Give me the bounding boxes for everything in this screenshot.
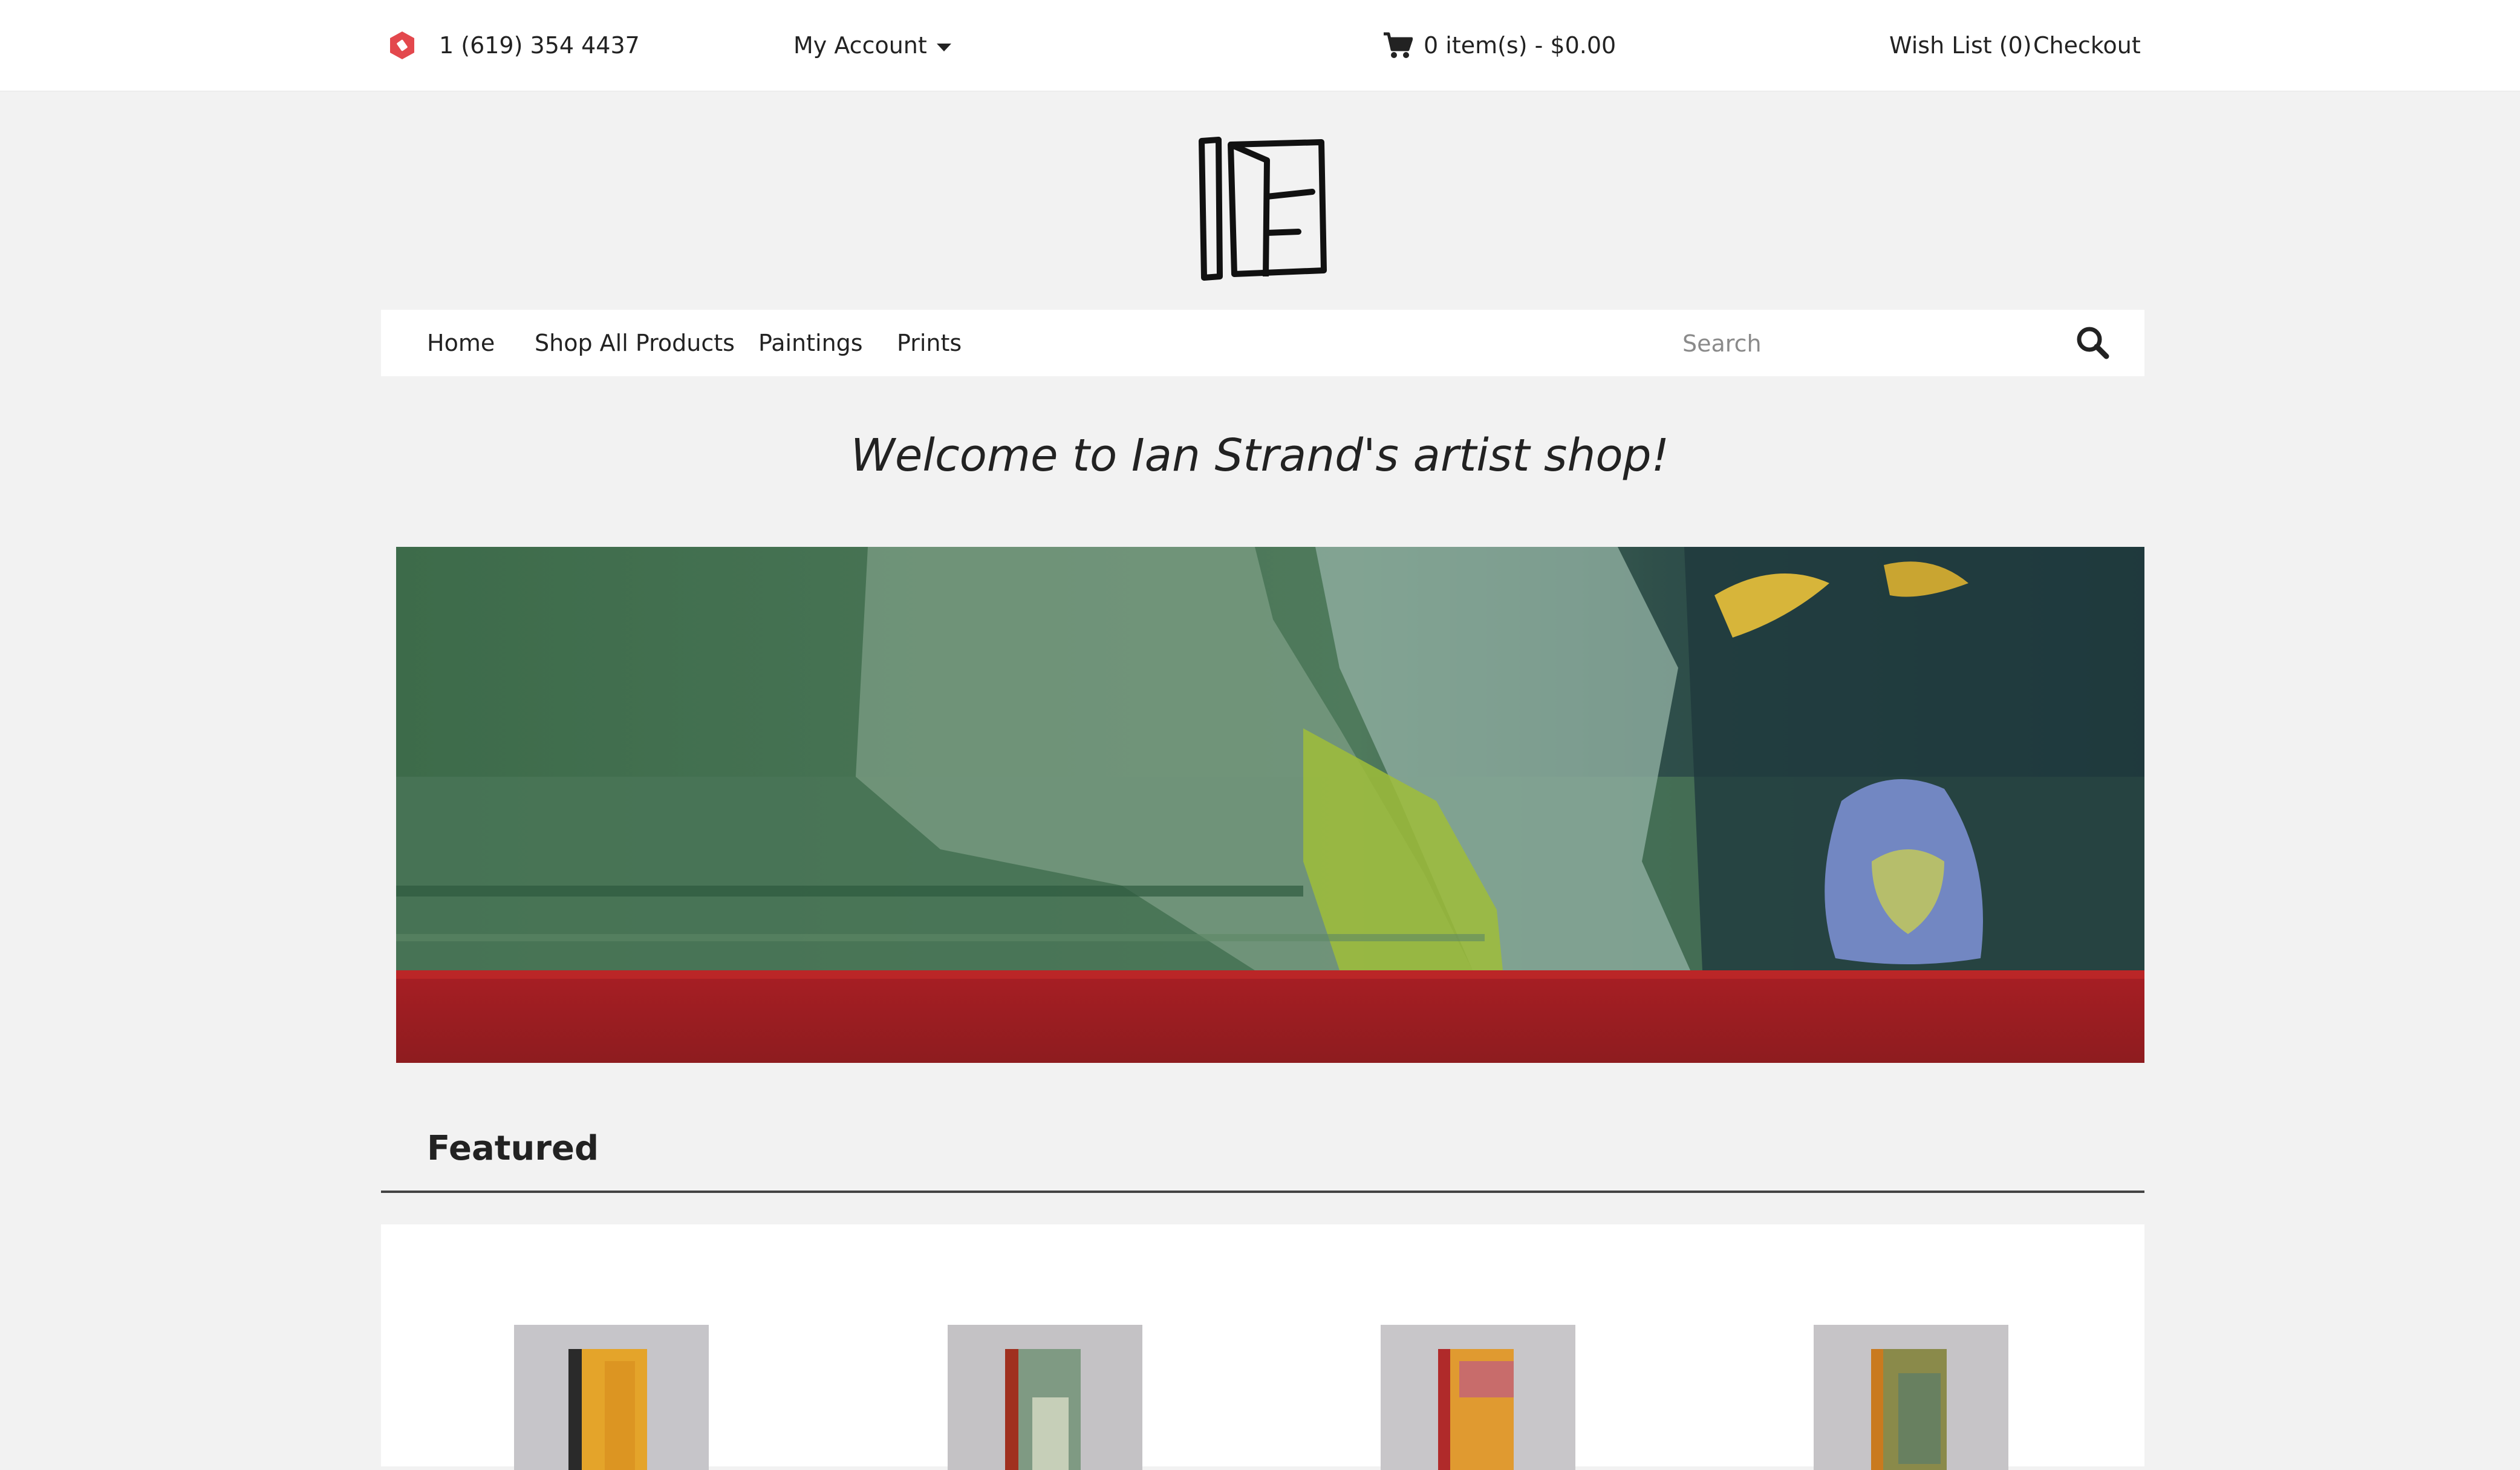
product-thumbnail[interactable] [948,1325,1142,1470]
wishlist-link[interactable]: Wish List (0) [1889,0,2032,91]
product-thumbnail[interactable] [1814,1325,2008,1470]
search-icon [2077,327,2109,359]
hero-banner-painting[interactable] [396,547,2144,1063]
phone-badge-icon [387,30,417,60]
search-button[interactable] [2074,324,2111,361]
my-account-label: My Account [793,32,927,59]
featured-divider [381,1191,2144,1193]
nav-item-prints[interactable]: Prints [897,310,962,376]
featured-heading: Featured [427,1129,599,1168]
shop-logo[interactable] [1194,136,1333,281]
nav-item-shop-all-products[interactable]: Shop All Products [535,310,735,376]
product-thumbnail[interactable] [1381,1325,1575,1470]
cart-button[interactable]: 0 item(s) - $0.00 [1382,0,1616,91]
cart-icon [1384,32,1413,58]
nav-item-paintings[interactable]: Paintings [758,310,863,376]
product-thumbnail[interactable] [514,1325,709,1470]
caret-down-icon [936,43,951,51]
my-account-dropdown[interactable]: My Account [793,0,951,91]
search-input[interactable] [1681,310,2083,377]
top-bar: 1 (619) 354 4437 My Account 0 item(s) - … [0,0,2520,91]
phone-contact[interactable]: 1 (619) 354 4437 [387,0,640,91]
phone-number: 1 (619) 354 4437 [439,32,640,59]
nav-item-home[interactable]: Home [427,310,495,376]
welcome-heading: Welcome to Ian Strand's artist shop! [850,430,1670,482]
checkout-link[interactable]: Checkout [2033,0,2141,91]
cart-summary: 0 item(s) - $0.00 [1424,32,1617,59]
